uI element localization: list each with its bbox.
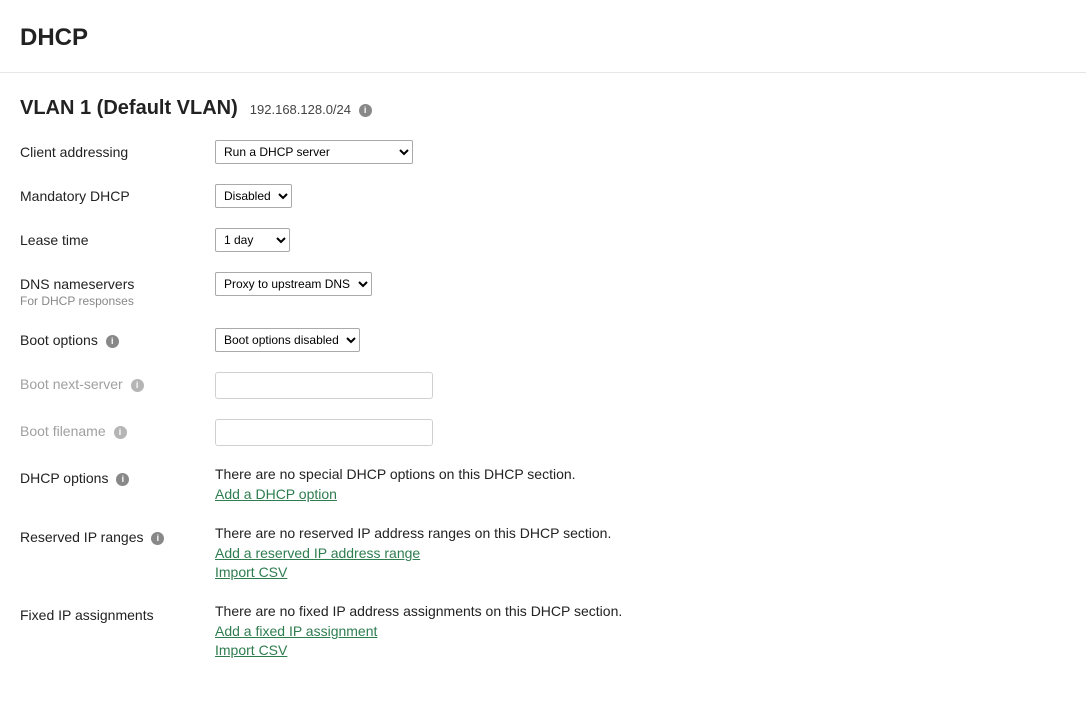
label-mandatory-dhcp: Mandatory DHCP — [20, 184, 195, 204]
select-client-addressing[interactable]: Run a DHCP server — [215, 140, 413, 164]
subtext-dns-nameservers: For DHCP responses — [20, 294, 195, 308]
vlan-header: VLAN 1 (Default VLAN) 192.168.128.0/24 i — [20, 97, 1066, 120]
label-boot-filename-text: Boot filename — [20, 423, 106, 439]
section-divider — [0, 72, 1086, 73]
row-boot-filename: Boot filename i — [20, 419, 1066, 446]
label-dns-nameservers-text: DNS nameservers — [20, 276, 195, 292]
label-dhcp-options-text: DHCP options — [20, 470, 108, 486]
label-dns-nameservers: DNS nameservers For DHCP responses — [20, 272, 195, 308]
label-reserved-ip: Reserved IP ranges i — [20, 525, 195, 545]
select-dns-nameservers[interactable]: Proxy to upstream DNS — [215, 272, 372, 296]
label-boot-next-server-text: Boot next-server — [20, 376, 123, 392]
input-boot-filename[interactable] — [215, 419, 433, 446]
label-fixed-ip: Fixed IP assignments — [20, 603, 195, 623]
page-title: DHCP — [20, 24, 1066, 52]
row-boot-options: Boot options i Boot options disabled — [20, 328, 1066, 352]
row-lease-time: Lease time 1 day — [20, 228, 1066, 252]
label-dhcp-options: DHCP options i — [20, 466, 195, 486]
info-icon[interactable]: i — [151, 532, 164, 545]
dhcp-options-empty-text: There are no special DHCP options on thi… — [215, 466, 1066, 482]
vlan-subnet: 192.168.128.0/24 i — [250, 102, 372, 117]
select-boot-options[interactable]: Boot options disabled — [215, 328, 360, 352]
label-lease-time: Lease time — [20, 228, 195, 248]
row-dhcp-options: DHCP options i There are no special DHCP… — [20, 466, 1066, 505]
label-reserved-ip-text: Reserved IP ranges — [20, 529, 143, 545]
vlan-title: VLAN 1 (Default VLAN) — [20, 97, 238, 120]
info-icon[interactable]: i — [114, 426, 127, 439]
link-add-fixed-ip[interactable]: Add a fixed IP assignment — [215, 623, 377, 639]
row-boot-next-server: Boot next-server i — [20, 372, 1066, 399]
info-icon[interactable]: i — [106, 335, 119, 348]
info-icon[interactable]: i — [116, 473, 129, 486]
select-mandatory-dhcp[interactable]: Disabled — [215, 184, 292, 208]
row-mandatory-dhcp: Mandatory DHCP Disabled — [20, 184, 1066, 208]
row-fixed-ip: Fixed IP assignments There are no fixed … — [20, 603, 1066, 661]
reserved-ip-empty-text: There are no reserved IP address ranges … — [215, 525, 1066, 541]
label-boot-options-text: Boot options — [20, 332, 98, 348]
info-icon[interactable]: i — [359, 104, 372, 117]
label-boot-filename: Boot filename i — [20, 419, 195, 439]
link-add-dhcp-option[interactable]: Add a DHCP option — [215, 486, 337, 502]
row-client-addressing: Client addressing Run a DHCP server — [20, 140, 1066, 164]
label-boot-next-server: Boot next-server i — [20, 372, 195, 392]
label-boot-options: Boot options i — [20, 328, 195, 348]
link-import-csv-fixed[interactable]: Import CSV — [215, 642, 287, 658]
link-import-csv-reserved[interactable]: Import CSV — [215, 564, 287, 580]
row-reserved-ip: Reserved IP ranges i There are no reserv… — [20, 525, 1066, 583]
fixed-ip-empty-text: There are no fixed IP address assignment… — [215, 603, 1066, 619]
info-icon[interactable]: i — [131, 379, 144, 392]
select-lease-time[interactable]: 1 day — [215, 228, 290, 252]
label-client-addressing: Client addressing — [20, 140, 195, 160]
input-boot-next-server[interactable] — [215, 372, 433, 399]
vlan-subnet-text: 192.168.128.0/24 — [250, 102, 351, 117]
link-add-reserved-ip[interactable]: Add a reserved IP address range — [215, 545, 420, 561]
row-dns-nameservers: DNS nameservers For DHCP responses Proxy… — [20, 272, 1066, 308]
